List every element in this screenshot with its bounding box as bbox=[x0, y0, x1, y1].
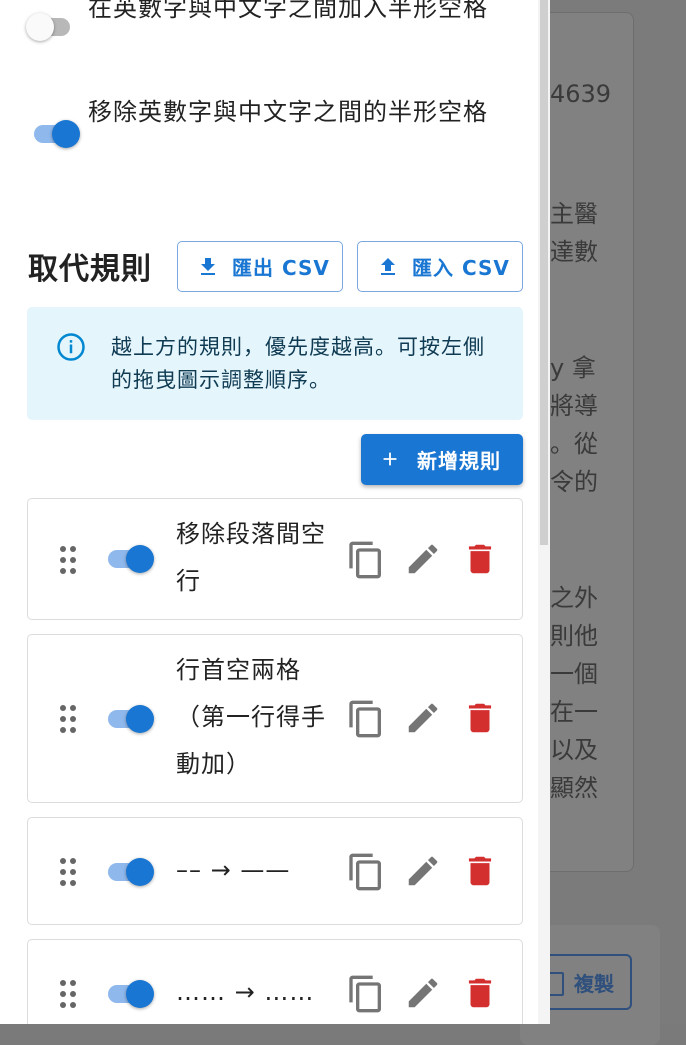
copy-icon[interactable] bbox=[346, 852, 386, 892]
copy-icon[interactable] bbox=[346, 974, 386, 1014]
plus-icon bbox=[383, 452, 397, 466]
background-text: 顯然 bbox=[550, 774, 598, 802]
rule-item: …… → …… bbox=[27, 939, 523, 1024]
remove-space-label: 移除英數字與中文字之間的半形空格 bbox=[88, 98, 488, 126]
background-text: 令的 bbox=[550, 468, 598, 496]
rule-label: …… → …… bbox=[176, 978, 315, 1006]
export-csv-button[interactable]: 匯出 CSV bbox=[177, 241, 343, 292]
info-text: 越上方的規則，優先度越高。可按左側的拖曳圖示調整順序。 bbox=[111, 335, 485, 392]
drag-handle-icon[interactable] bbox=[58, 978, 78, 1010]
add-rule-label: 新增規則 bbox=[417, 449, 501, 473]
copy-icon[interactable] bbox=[346, 699, 386, 739]
toggle-knob bbox=[126, 705, 154, 733]
toggle-knob bbox=[26, 13, 54, 41]
drag-handle-icon[interactable] bbox=[58, 856, 78, 888]
edit-icon[interactable] bbox=[404, 540, 442, 578]
background-text: 主醫 bbox=[550, 200, 598, 228]
delete-icon[interactable] bbox=[461, 852, 499, 890]
rule-item: 行首空兩格（第一行得手動加） bbox=[27, 634, 523, 803]
download-icon bbox=[201, 258, 215, 275]
edit-icon[interactable] bbox=[404, 852, 442, 890]
rule-label: –– → —— bbox=[176, 856, 291, 884]
rule-enable-toggle[interactable] bbox=[104, 702, 154, 736]
background-text: 4639 bbox=[550, 80, 612, 108]
background-text: 一個 bbox=[550, 660, 598, 688]
settings-drawer: 在英數字與中文字之間加入半形空格 移除英數字與中文字之間的半形空格 取代規則 匯… bbox=[0, 0, 550, 1024]
toggle-knob bbox=[52, 120, 80, 148]
background-text: y 拿 bbox=[550, 354, 596, 382]
background-text: 之外 bbox=[550, 584, 598, 612]
upload-icon bbox=[381, 258, 395, 275]
import-csv-label: 匯入 CSV bbox=[412, 256, 510, 280]
background-text: 以及 bbox=[550, 736, 598, 764]
toggle-knob bbox=[126, 858, 154, 886]
background-text: 則他 bbox=[550, 622, 598, 650]
rule-enable-toggle[interactable] bbox=[104, 855, 154, 889]
background-text: 在一 bbox=[550, 698, 598, 726]
add-space-toggle[interactable] bbox=[26, 10, 74, 44]
delete-icon[interactable] bbox=[461, 540, 499, 578]
add-space-label: 在英數字與中文字之間加入半形空格 bbox=[88, 0, 488, 22]
background-text: 達數 bbox=[550, 238, 598, 266]
add-rule-button[interactable]: 新增規則 bbox=[361, 434, 523, 485]
toggle-knob bbox=[126, 545, 154, 573]
edit-icon[interactable] bbox=[404, 974, 442, 1012]
drag-handle-icon[interactable] bbox=[58, 703, 78, 735]
info-icon bbox=[57, 333, 85, 361]
rule-label: 移除段落間空行 bbox=[176, 520, 326, 595]
import-csv-button[interactable]: 匯入 CSV bbox=[357, 241, 523, 292]
delete-icon[interactable] bbox=[461, 699, 499, 737]
drag-handle-icon[interactable] bbox=[58, 544, 78, 576]
edit-icon[interactable] bbox=[404, 699, 442, 737]
copy-icon[interactable] bbox=[346, 540, 386, 580]
background-text: 將導 bbox=[550, 392, 598, 420]
toggle-knob bbox=[126, 980, 154, 1008]
rules-info-alert: 越上方的規則，優先度越高。可按左側的拖曳圖示調整順序。 bbox=[27, 307, 523, 420]
replace-rules-title: 取代規則 bbox=[28, 252, 152, 287]
rule-item: 移除段落間空行 bbox=[27, 498, 523, 620]
export-csv-label: 匯出 CSV bbox=[232, 256, 330, 280]
delete-icon[interactable] bbox=[461, 974, 499, 1012]
scrollbar-thumb[interactable] bbox=[540, 0, 548, 545]
rule-enable-toggle[interactable] bbox=[104, 977, 154, 1011]
copy-button-label: 複製 bbox=[574, 971, 614, 996]
background-text: 。從 bbox=[550, 430, 598, 458]
rule-enable-toggle[interactable] bbox=[104, 542, 154, 576]
rule-label: 行首空兩格（第一行得手動加） bbox=[176, 656, 326, 778]
rule-item: –– → —— bbox=[27, 817, 523, 925]
remove-space-toggle[interactable] bbox=[30, 117, 80, 151]
